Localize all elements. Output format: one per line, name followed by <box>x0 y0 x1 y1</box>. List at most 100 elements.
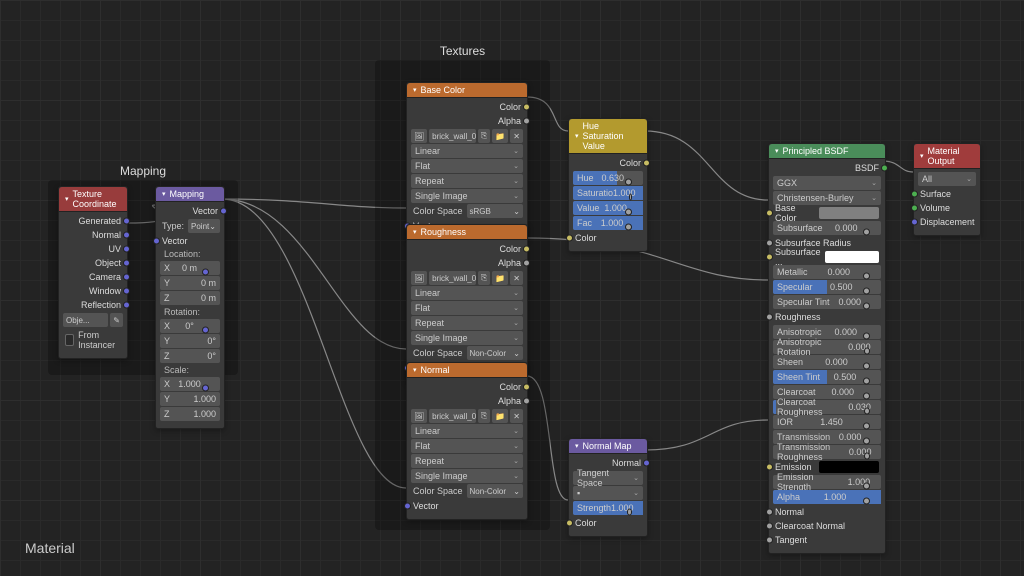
color-swatch[interactable] <box>819 207 879 219</box>
val-slider[interactable]: Value1.000 <box>573 201 643 215</box>
source-dropdown[interactable]: Single Image⌄ <box>411 189 523 203</box>
socket-out-uv[interactable] <box>123 246 130 253</box>
image-browse-icon[interactable]: 🖼 <box>411 409 427 423</box>
close-icon[interactable]: ✕ <box>510 271 523 285</box>
node-header[interactable]: ▾Roughness <box>407 225 527 240</box>
socket-out-color[interactable] <box>523 246 530 253</box>
socket-out-color[interactable] <box>523 384 530 391</box>
scale-x-slider[interactable]: X1.000 <box>160 377 220 391</box>
slider-sheen[interactable]: Sheen0.000 <box>773 355 881 369</box>
node-mapping[interactable]: ▾Mapping Vector Type: Point⌄ Vector Loca… <box>155 186 225 429</box>
socket-in-vector[interactable] <box>153 238 160 245</box>
open-icon[interactable]: 📁 <box>492 409 508 423</box>
interp-dropdown[interactable]: Linear⌄ <box>411 424 523 438</box>
slider-anisotropic-rotation[interactable]: Anisotropic Rotation0.000 <box>773 340 881 354</box>
socket-out-alpha[interactable] <box>523 260 530 267</box>
source-dropdown[interactable]: Single Image⌄ <box>411 331 523 345</box>
node-image-base[interactable]: ▾Base Color Color Alpha 🖼 brick_wall_001… <box>406 82 528 240</box>
slider-alpha[interactable]: Alpha1.000 <box>773 490 881 504</box>
interp-dropdown[interactable]: Linear⌄ <box>411 286 523 300</box>
slider-subsurface[interactable]: Subsurface0.000 <box>773 221 881 235</box>
node-normal-map[interactable]: ▾Normal Map Normal Tangent Space⌄ ▪⌄ Str… <box>568 438 648 537</box>
collapse-icon[interactable]: ▾ <box>575 442 579 450</box>
distribution-dropdown[interactable]: GGX⌄ <box>773 176 881 190</box>
node-material-output[interactable]: ▾Material Output All⌄ Surface Volume Dis… <box>913 143 981 236</box>
loc-x-slider[interactable]: X0 m <box>160 261 220 275</box>
interp-dropdown[interactable]: Linear⌄ <box>411 144 523 158</box>
collapse-icon[interactable]: ▾ <box>162 190 166 198</box>
collapse-icon[interactable]: ▾ <box>775 147 779 155</box>
socket-out-alpha[interactable] <box>523 398 530 405</box>
collapse-icon[interactable]: ▾ <box>413 366 417 374</box>
object-field[interactable]: Obje... <box>63 313 108 327</box>
socket-out-reflection[interactable] <box>123 302 130 309</box>
node-header[interactable]: ▾Base Color <box>407 83 527 98</box>
source-dropdown[interactable]: Single Image⌄ <box>411 469 523 483</box>
collapse-icon[interactable]: ▾ <box>575 132 579 140</box>
target-dropdown[interactable]: All⌄ <box>918 172 976 186</box>
unlink-icon[interactable]: ⎘ <box>478 271 490 285</box>
collapse-icon[interactable]: ▾ <box>920 152 924 160</box>
image-browse-icon[interactable]: 🖼 <box>411 129 427 143</box>
node-header[interactable]: ▾Material Output <box>914 144 980 169</box>
collapse-icon[interactable]: ▾ <box>65 195 69 203</box>
close-icon[interactable]: ✕ <box>510 409 523 423</box>
eyedropper-icon[interactable]: ✎ <box>110 313 123 327</box>
scale-y-slider[interactable]: Y1.000 <box>160 392 220 406</box>
node-image-roughness[interactable]: ▾Roughness Color Alpha 🖼 brick_wall_001.… <box>406 224 528 382</box>
socket-in-displacement[interactable] <box>911 219 918 226</box>
slider-metallic[interactable]: Metallic0.000 <box>773 265 881 279</box>
node-header[interactable]: ▾Normal <box>407 363 527 378</box>
fac-slider[interactable]: Fac1.000 <box>573 216 643 230</box>
socket-out-normal[interactable] <box>123 232 130 239</box>
socket-in-vector[interactable] <box>404 503 411 510</box>
close-icon[interactable]: ✕ <box>510 129 523 143</box>
node-hsv[interactable]: ▾Hue Saturation Value Color Hue0.630 Sat… <box>568 118 648 252</box>
socket-out-color[interactable] <box>523 104 530 111</box>
socket-out-vector[interactable] <box>220 208 227 215</box>
extension-dropdown[interactable]: Repeat⌄ <box>411 316 523 330</box>
slider-ior[interactable]: IOR1.450 <box>773 415 881 429</box>
extension-dropdown[interactable]: Repeat⌄ <box>411 174 523 188</box>
scale-z-slider[interactable]: Z1.000 <box>160 407 220 421</box>
color-swatch[interactable] <box>825 251 879 263</box>
node-header[interactable]: ▾Normal Map <box>569 439 647 454</box>
open-icon[interactable]: 📁 <box>492 129 508 143</box>
socket-out-object[interactable] <box>123 260 130 267</box>
collapse-icon[interactable]: ▾ <box>413 228 417 236</box>
node-header[interactable]: ▾Principled BSDF <box>769 144 885 159</box>
slider-specular[interactable]: Specular0.500 <box>773 280 881 294</box>
unlink-icon[interactable]: ⎘ <box>478 409 490 423</box>
colorspace-dropdown[interactable]: sRGB⌄ <box>467 204 523 218</box>
colorspace-dropdown[interactable]: Non-Color⌄ <box>467 346 523 360</box>
collapse-icon[interactable]: ▾ <box>413 86 417 94</box>
open-icon[interactable]: 📁 <box>492 271 508 285</box>
loc-z-slider[interactable]: Z0 m <box>160 291 220 305</box>
loc-y-slider[interactable]: Y0 m <box>160 276 220 290</box>
slider-transmission-roughness[interactable]: Transmission Roughness0.000 <box>773 445 881 459</box>
socket-out-window[interactable] <box>123 288 130 295</box>
socket-out-bsdf[interactable] <box>881 165 888 172</box>
node-image-normal[interactable]: ▾Normal Color Alpha 🖼 brick_wall_001... … <box>406 362 528 520</box>
socket-in-color[interactable] <box>566 235 573 242</box>
socket-out-alpha[interactable] <box>523 118 530 125</box>
image-name-field[interactable]: brick_wall_001... <box>429 409 476 423</box>
slider-clearcoat-roughness[interactable]: Clearcoat Roughness0.030 <box>773 400 881 414</box>
node-texture-coordinate[interactable]: ▾Texture Coordinate Generated Normal UV … <box>58 186 128 359</box>
projection-dropdown[interactable]: Flat⌄ <box>411 159 523 173</box>
image-name-field[interactable]: brick_wall_001... <box>429 129 476 143</box>
colorspace-dropdown[interactable]: Non-Color⌄ <box>467 484 523 498</box>
node-header[interactable]: ▾Mapping <box>156 187 224 202</box>
projection-dropdown[interactable]: Flat⌄ <box>411 301 523 315</box>
sat-slider[interactable]: Saturatio1.000 <box>573 186 643 200</box>
space-dropdown[interactable]: Tangent Space⌄ <box>573 471 643 485</box>
uvmap-field[interactable]: ▪⌄ <box>573 486 643 500</box>
socket-out-generated[interactable] <box>123 218 130 225</box>
unlink-icon[interactable]: ⎘ <box>478 129 490 143</box>
slider-emission-strength[interactable]: Emission Strength1.000 <box>773 475 881 489</box>
rot-y-slider[interactable]: Y0° <box>160 334 220 348</box>
image-name-field[interactable]: brick_wall_001... <box>429 271 476 285</box>
socket-in-volume[interactable] <box>911 205 918 212</box>
socket-in-color[interactable] <box>566 520 573 527</box>
socket-in-surface[interactable] <box>911 191 918 198</box>
